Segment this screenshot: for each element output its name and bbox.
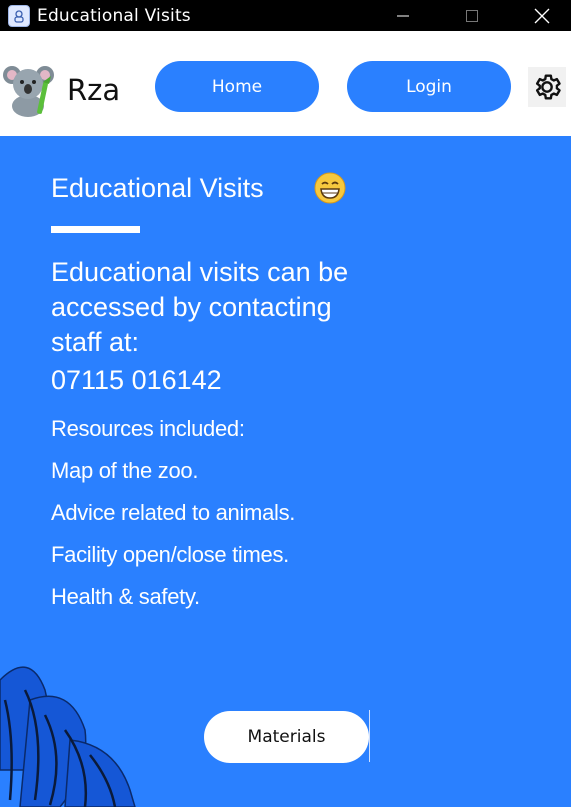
window-title: Educational Visits <box>37 6 191 26</box>
window-titlebar: Educational Visits <box>0 0 571 31</box>
home-button[interactable]: Home <box>155 61 319 112</box>
header-gap <box>0 31 571 38</box>
app-icon <box>8 5 30 27</box>
list-item: Facility open/close times. <box>51 542 289 567</box>
maximize-icon[interactable] <box>449 0 495 31</box>
login-button[interactable]: Login <box>347 61 511 112</box>
koala-logo-icon <box>3 62 55 118</box>
list-item: Map of the zoo. <box>51 458 199 483</box>
resources-title: Resources included: <box>51 416 245 441</box>
close-icon[interactable] <box>519 0 565 31</box>
flower-decoration-icon <box>0 666 136 807</box>
gear-icon[interactable] <box>528 67 566 107</box>
phone-number: 07115 016142 <box>51 365 222 395</box>
brand-name: Rza <box>67 73 121 107</box>
grinning-face-icon <box>314 172 346 204</box>
divider <box>369 710 370 762</box>
list-item: Health & safety. <box>51 584 200 609</box>
heading-underline <box>51 226 140 233</box>
resources-list: Resources included: Map of the zoo. Advi… <box>51 415 295 625</box>
list-item: Advice related to animals. <box>51 500 296 525</box>
intro-text: Educational visits can be accessed by co… <box>51 257 349 357</box>
page-heading: Educational Visits <box>51 173 264 203</box>
minimize-icon[interactable] <box>380 0 426 31</box>
materials-button[interactable]: Materials <box>204 711 369 763</box>
